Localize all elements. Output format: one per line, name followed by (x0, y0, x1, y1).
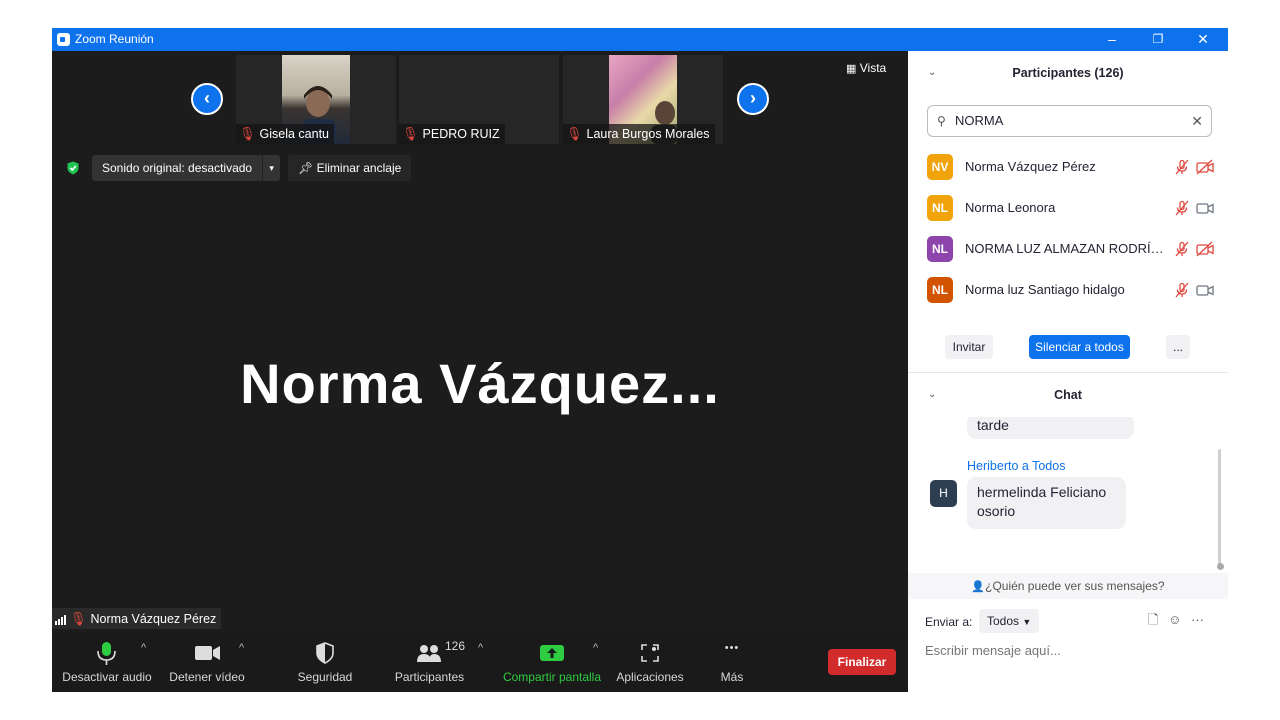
view-button[interactable]: ▦ Vista (846, 61, 886, 75)
video-camera-icon[interactable] (1196, 282, 1214, 298)
video-off-icon[interactable] (1196, 159, 1214, 175)
participant-row[interactable]: NL NORMA LUZ ALMAZAN RODRÍG... (908, 229, 1228, 270)
security-button[interactable]: Seguridad (285, 632, 365, 692)
original-sound-toggle[interactable]: Sonido original: desactivado ▾ (92, 155, 281, 181)
compose-tools: 🗋 ☺ ··· (1148, 611, 1204, 633)
participants-options-caret[interactable]: ^ (478, 642, 483, 654)
stop-video-button[interactable]: Detener vídeo (162, 632, 252, 692)
participant-name: Norma Vázquez Pérez (965, 159, 1096, 174)
restore-button[interactable]: ❐ (1135, 28, 1181, 51)
who-can-see-messages[interactable]: 👤¿Quién puede ver sus mensajes? (908, 573, 1228, 599)
avatar: H (930, 480, 957, 507)
participant-name: Norma Leonora (965, 200, 1056, 215)
scroll-thumb[interactable] (1217, 563, 1224, 570)
active-speaker-name: Norma Vázquez... (240, 352, 720, 415)
self-name-tag: 🎙︎ Norma Vázquez Pérez (52, 608, 222, 629)
video-thumbnail[interactable]: 🎙︎ Gisela cantu (236, 55, 396, 144)
participants-more-button[interactable]: ... (1166, 335, 1190, 359)
gallery-prev-button[interactable]: ‹ (191, 83, 223, 115)
chevron-down-icon[interactable]: ▾ (262, 155, 280, 181)
video-options-caret[interactable]: ^ (239, 642, 244, 654)
zoom-app-icon (57, 33, 70, 46)
share-options-caret[interactable]: ^ (593, 642, 598, 654)
audio-options-caret[interactable]: ^ (141, 642, 146, 654)
mic-muted-icon: 🎙︎ (566, 126, 583, 141)
participant-name: Norma luz Santiago hidalgo (965, 282, 1125, 297)
mic-muted-icon: 🎙︎ (70, 611, 87, 626)
mute-audio-button[interactable]: Desactivar audio (57, 632, 157, 692)
signal-strength-icon (55, 614, 66, 625)
video-area: ‹ 🎙︎ Gisela cantu 🎙︎ PEDRO RUIZ 🎙︎ Laura… (52, 51, 908, 692)
meeting-toolbar: Desactivar audio ^ Detener vídeo ^ Segur… (52, 632, 908, 692)
participants-header: ⌄ Participantes (126) (908, 51, 1228, 95)
person-icon: 👤 (971, 581, 986, 593)
participant-name: NORMA LUZ ALMAZAN RODRÍG... (965, 241, 1165, 256)
mic-muted-icon: 🎙︎ (239, 126, 256, 141)
close-button[interactable]: ✕ (1180, 28, 1226, 51)
title-bar: Zoom Reunión – ❐ ✕ (52, 28, 1228, 51)
thumbnail-name-tag: 🎙︎ Laura Burgos Morales (563, 124, 715, 144)
thumbnail-name-tag: 🎙︎ PEDRO RUIZ (399, 124, 505, 144)
thumbnail-name-tag: 🎙︎ Gisela cantu (236, 124, 334, 144)
share-screen-icon (540, 645, 564, 661)
encryption-shield-icon[interactable] (66, 161, 80, 175)
more-button[interactable]: ••• Más (702, 632, 762, 692)
chat-scrollbar[interactable] (1218, 449, 1221, 569)
search-icon: ⚲ (937, 114, 946, 128)
video-thumbnail[interactable]: 🎙︎ PEDRO RUIZ (399, 55, 559, 144)
apps-icon (641, 644, 659, 662)
video-thumbnail[interactable]: 🎙︎ Laura Burgos Morales (563, 55, 723, 144)
avatar: NV (927, 154, 953, 180)
avatar: NL (927, 236, 953, 262)
participant-row[interactable]: NL Norma luz Santiago hidalgo (908, 270, 1228, 311)
mic-muted-icon[interactable] (1174, 159, 1190, 175)
mic-muted-icon[interactable] (1174, 200, 1190, 216)
shield-icon (316, 642, 334, 664)
more-dots-icon: ••• (724, 642, 740, 654)
participant-search-input[interactable]: ⚲ NORMA ✕ (927, 105, 1212, 137)
video-off-icon[interactable] (1196, 241, 1214, 257)
participant-row[interactable]: NL Norma Leonora (908, 188, 1228, 229)
collapse-chevron-icon[interactable]: ⌄ (928, 51, 936, 95)
chat-message-input[interactable] (925, 638, 1215, 662)
mic-muted-icon[interactable] (1174, 241, 1190, 257)
gallery-next-button[interactable]: › (737, 83, 769, 115)
unpin-button[interactable]: 📌︎ Eliminar anclaje (288, 155, 412, 181)
pin-icon: 📌︎ (298, 161, 314, 175)
chat-messages: tarde Heriberto a Todos H hermelinda Fel… (908, 417, 1228, 573)
chat-bubble: tarde (967, 417, 1134, 439)
avatar: NL (927, 277, 953, 303)
send-to-label: Enviar a: (925, 615, 973, 629)
chat-bubble: hermelinda Feliciano osorio (967, 477, 1126, 529)
chevron-left-icon: ‹ (204, 88, 210, 108)
participant-row[interactable]: NV Norma Vázquez Pérez (908, 147, 1228, 188)
clear-search-icon[interactable]: ✕ (1191, 106, 1203, 136)
more-icon[interactable]: ··· (1191, 612, 1204, 627)
file-icon[interactable]: 🗋 (1148, 612, 1158, 627)
mic-muted-icon: 🎙︎ (402, 126, 419, 141)
minimize-button[interactable]: – (1089, 28, 1135, 51)
end-meeting-button[interactable]: Finalizar (828, 649, 896, 675)
zoom-window: Zoom Reunión – ❐ ✕ ‹ 🎙︎ Gisela cantu 🎙︎ PE… (52, 28, 1228, 692)
invite-button[interactable]: Invitar (945, 335, 993, 359)
grid-icon: ▦ (846, 63, 857, 75)
mic-muted-icon[interactable] (1174, 282, 1190, 298)
chat-sender[interactable]: Heriberto a Todos (967, 459, 1065, 473)
window-title: Zoom Reunión (75, 32, 154, 46)
avatar: NL (927, 195, 953, 221)
chevron-right-icon: › (750, 88, 756, 108)
emoji-icon[interactable]: ☺ (1168, 612, 1181, 627)
apps-button[interactable]: Aplicaciones (610, 632, 690, 692)
mute-all-button[interactable]: Silenciar a todos (1029, 335, 1130, 359)
chevron-down-icon: ▼ (1022, 617, 1032, 627)
collapse-chevron-icon[interactable]: ⌄ (928, 373, 936, 417)
share-screen-button[interactable]: Compartir pantalla (496, 632, 608, 692)
send-to-select[interactable]: Todos ▼ (979, 609, 1040, 633)
video-camera-icon[interactable] (1196, 200, 1214, 216)
side-panel: ⌄ Participantes (126) ⚲ NORMA ✕ NV Norma … (908, 51, 1228, 692)
chat-header: ⌄ Chat (908, 373, 1228, 417)
participants-count: 126 (445, 639, 466, 653)
